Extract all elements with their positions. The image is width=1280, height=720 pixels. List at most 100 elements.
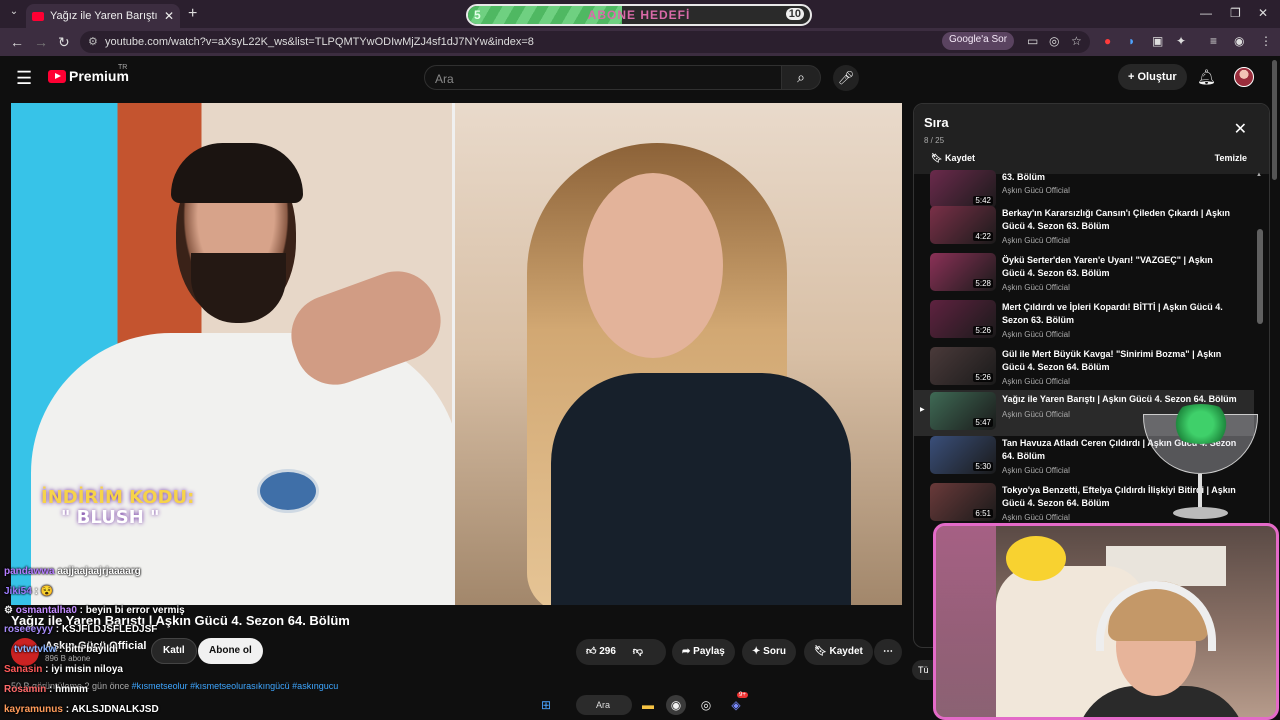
save-queue-label: Kaydet	[944, 153, 975, 163]
queue-item-channel: Aşkın Gücü Official	[1002, 330, 1070, 339]
chat-text: : beyin bi error vermiş	[79, 605, 185, 616]
chat-text: aajjaajaajrjaaaarg	[57, 566, 141, 577]
account-avatar[interactable]	[1234, 67, 1254, 87]
join-button[interactable]: Katıl	[151, 638, 197, 664]
search-placeholder: Ara	[435, 72, 454, 86]
youtube-favicon-icon	[32, 11, 44, 21]
queue-item[interactable]: 5:26 Mert Çıldırdı ve İpleri Kopardı! Bİ…	[914, 298, 1254, 344]
reload-icon[interactable]: ↻	[58, 34, 70, 51]
chat-user: kayramunus	[4, 704, 63, 715]
chat-message: kayramunus : AKLSJDNALKJSD	[4, 700, 159, 720]
goblet-overlay	[1143, 404, 1258, 524]
chat-user: pandawwa	[4, 566, 55, 577]
queue-scroll-thumb[interactable]	[1257, 229, 1263, 324]
browser-tab[interactable]: Yağız ile Yaren Barıştı | Aşkın Gü ✕	[26, 4, 180, 28]
save-button[interactable]: 🔖︎ Kaydet	[804, 639, 873, 665]
chrome-icon[interactable]: ◉	[666, 695, 686, 715]
chat-message: tvtwtvkw : bitti bayıldı	[14, 640, 118, 660]
queue-thumbnail[interactable]: 4:22	[930, 206, 996, 244]
profile-avatar-icon[interactable]: ◉	[1234, 34, 1244, 48]
goal-label: ABONE HEDEFİ	[587, 8, 691, 22]
led-lights	[936, 526, 996, 717]
queue-count: 8 / 25	[924, 136, 945, 145]
queue-thumbnail[interactable]: 5:47	[930, 392, 996, 430]
minimize-icon[interactable]: —	[1200, 6, 1212, 20]
forward-icon[interactable]: →	[34, 34, 48, 50]
webcam-overlay	[933, 523, 1279, 720]
queue-item[interactable]: 5:28 Öykü Serter'den Yaren'e Uyarı! "VAZ…	[914, 251, 1254, 297]
page-scroll-thumb[interactable]	[1272, 60, 1277, 180]
ask-label: Soru	[763, 646, 786, 657]
back-icon[interactable]: ←	[10, 34, 24, 50]
more-actions-icon[interactable]: ⋯	[874, 639, 902, 665]
site-info-icon[interactable]: ⚙	[88, 35, 98, 48]
discord-icon[interactable]: ◈	[726, 695, 746, 715]
google-ask-button[interactable]: Google'a Sor	[942, 32, 1015, 50]
address-bar[interactable]: ⚙ youtube.com/watch?v=aXsyL22K_ws&list=T…	[80, 31, 1090, 53]
queue-thumbnail[interactable]: 5:42	[930, 170, 996, 208]
close-queue-icon[interactable]: ✕	[1234, 119, 1247, 139]
plush-toy	[1006, 536, 1066, 581]
queue-item[interactable]: 4:22 Berkay'ın Kararsızlığı Cansın'ı Çil…	[914, 204, 1254, 250]
queue-item-channel: Aşkın Gücü Official	[1002, 377, 1070, 386]
bookmark-icon: 🔖︎	[814, 646, 827, 657]
queue-thumbnail[interactable]: 5:26	[930, 347, 996, 385]
create-button[interactable]: + Oluştur	[1118, 64, 1187, 90]
chat-user: tvtwtvkw	[14, 644, 57, 655]
voice-search-button[interactable]: 🎤︎	[833, 65, 859, 91]
cast-icon[interactable]: ▭	[1027, 34, 1038, 48]
partial-filter-button[interactable]: Tü	[912, 660, 934, 680]
chat-user: Jiki54	[4, 586, 32, 597]
hashtags[interactable]: #kısmetseolur #kısmetseolurasıkıngücü #a…	[132, 681, 339, 691]
queue-item-title: Berkay'ın Kararsızlığı Cansın'ı Çileden …	[1002, 208, 1231, 231]
queue-item-channel: Aşkın Gücü Official	[1002, 466, 1070, 475]
subscribe-button[interactable]: Abone ol	[198, 638, 263, 664]
extension-red-icon[interactable]: ●	[1104, 34, 1111, 48]
now-playing-icon: ▶	[920, 407, 925, 413]
search-input[interactable]: Ara	[424, 65, 782, 90]
eye-off-icon[interactable]: ◎	[1049, 34, 1059, 48]
bookmark-star-icon[interactable]: ☆	[1071, 34, 1082, 48]
clear-queue-button[interactable]: Temizle	[1215, 153, 1247, 163]
menu-icon[interactable]: ☰	[16, 68, 32, 89]
queue-item[interactable]: 5:26 Gül ile Mert Büyük Kavga! "Sinirimi…	[914, 345, 1254, 391]
close-tab-icon[interactable]: ✕	[164, 9, 174, 23]
url-text[interactable]: youtube.com/watch?v=aXsyL22K_ws&list=TLP…	[105, 36, 534, 48]
browser-menu-icon[interactable]: ⋮	[1260, 34, 1272, 48]
extension-audio-icon[interactable]: ◗	[1128, 34, 1135, 48]
address-bar-row: ← → ↻ ⚙ youtube.com/watch?v=aXsyL22K_ws&…	[0, 28, 1280, 56]
chat-text: : KSJFLDJSFLEDJSF	[55, 624, 158, 635]
share-button[interactable]: ➦ Paylaş	[672, 639, 735, 665]
reading-list-icon[interactable]: ≡	[1210, 34, 1217, 48]
create-label: Oluştur	[1137, 71, 1177, 83]
queue-item-channel: Aşkın Gücü Official	[1002, 513, 1070, 522]
file-explorer-icon[interactable]: ▬	[638, 695, 658, 715]
queue-thumbnail[interactable]: 6:51	[930, 483, 996, 521]
restore-icon[interactable]: ❐	[1230, 6, 1241, 20]
obs-icon[interactable]: ◎	[696, 695, 716, 715]
taskbar-search[interactable]: Ara	[576, 695, 632, 715]
notifications-bell-icon[interactable]: 🔔︎	[1197, 68, 1216, 86]
share-label: Paylaş	[693, 646, 725, 657]
queue-item-channel: Aşkın Gücü Official	[1002, 283, 1070, 292]
ask-button[interactable]: ✦ Soru	[742, 639, 796, 665]
thumbs-down-icon[interactable]: 👎︎	[633, 646, 643, 657]
queue-thumbnail[interactable]: 5:26	[930, 300, 996, 338]
search-button[interactable]: ⌕	[781, 65, 821, 90]
tab-search-icon[interactable]: ⌄	[6, 6, 22, 22]
woman-face	[583, 173, 723, 358]
extensions-puzzle-icon[interactable]: ✦	[1176, 34, 1186, 48]
queue-thumbnail[interactable]: 5:28	[930, 253, 996, 291]
scroll-up-icon[interactable]: ▲	[1256, 172, 1262, 178]
windows-start-icon[interactable]: ⊞	[536, 695, 556, 715]
queue-item-title: Öykü Serter'den Yaren'e Uyarı! "VAZGEÇ" …	[1002, 255, 1213, 278]
like-dislike-button[interactable]: 👍︎ 296 👎︎	[576, 639, 666, 665]
duration-badge: 5:26	[973, 326, 993, 335]
youtube-logo[interactable]: Premium TR	[48, 64, 129, 84]
video-player[interactable]: İNDİRİM KODU: " BLUSH "	[11, 103, 902, 605]
new-tab-button[interactable]: +	[188, 5, 197, 23]
queue-thumbnail[interactable]: 5:30	[930, 436, 996, 474]
save-queue-button[interactable]: 🔖︎ Kaydet	[931, 153, 975, 164]
close-window-icon[interactable]: ✕	[1258, 6, 1268, 20]
extension-box-icon[interactable]: ▣	[1152, 34, 1163, 48]
